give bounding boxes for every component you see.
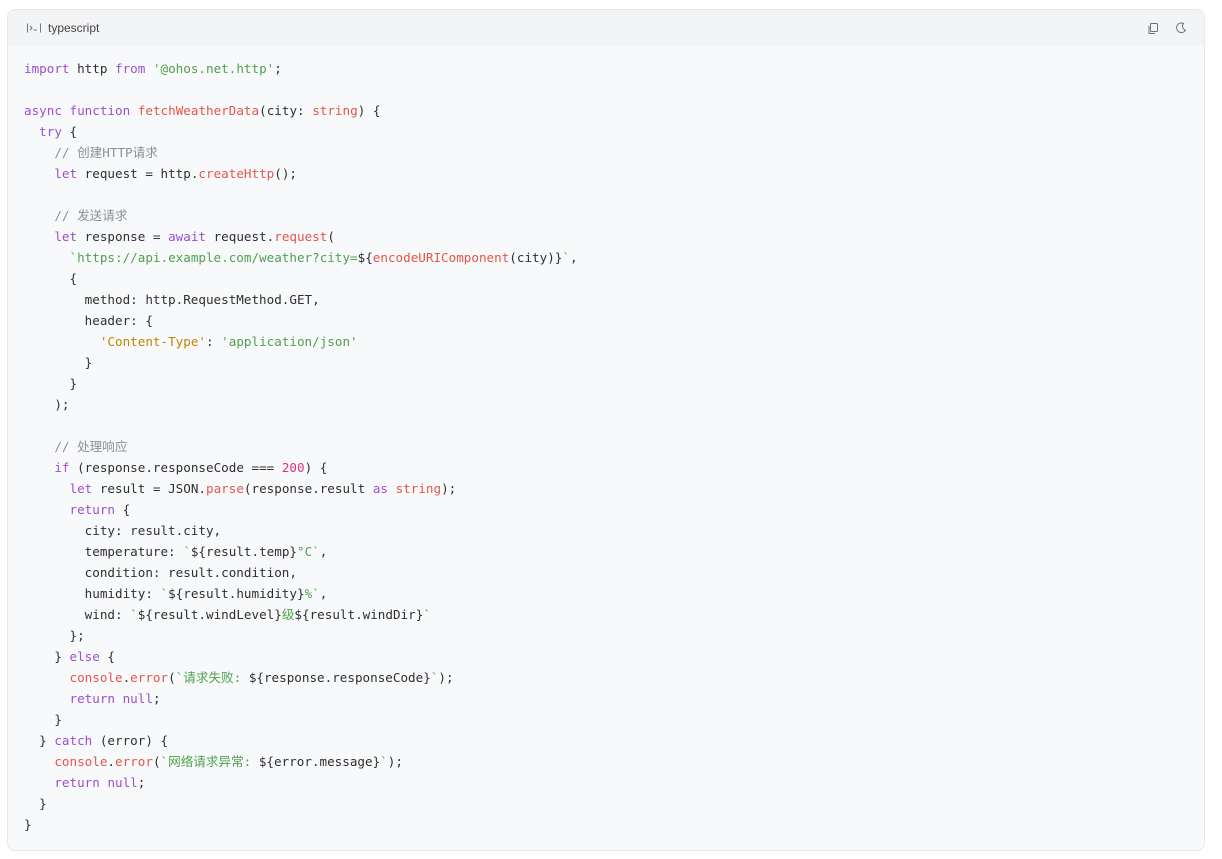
code-line: condition: result.condition, — [24, 565, 297, 580]
code-line: city: result.city, — [24, 523, 222, 538]
code-line: let response = await request.request( — [54, 229, 335, 244]
language-label: typescript — [48, 21, 100, 35]
code-line: // 处理响应 — [54, 439, 128, 454]
terminal-icon — [26, 22, 42, 34]
moon-icon[interactable] — [1174, 21, 1188, 35]
code-line: return { — [69, 502, 131, 517]
code-line: } — [24, 796, 47, 811]
code-line: temperature: `${result.temp}°C`, — [24, 544, 328, 559]
code-line: } else { — [24, 649, 116, 664]
code-line: async function fetchWeatherData(city: st… — [24, 103, 381, 118]
code-line: method: http.RequestMethod.GET, — [24, 292, 320, 307]
code-line: return null; — [54, 775, 146, 790]
code-line: }; — [24, 628, 85, 643]
code-line: // 创建HTTP请求 — [54, 145, 158, 160]
code-line: { — [24, 271, 78, 286]
code-actions — [1146, 21, 1188, 35]
code-content: import http from '@ohos.net.http'; async … — [8, 46, 1204, 835]
code-line: console.error(`请求失败: ${response.response… — [69, 670, 454, 685]
code-line: wind: `${result.windLevel}级${result.wind… — [24, 607, 431, 622]
code-line: } — [24, 712, 62, 727]
code-line: if (response.responseCode === 200) { — [54, 460, 328, 475]
code-line: let result = JSON.parse(response.result … — [69, 481, 457, 496]
code-line: 'Content-Type': 'application/json' — [99, 334, 358, 349]
code-line: header: { — [24, 313, 153, 328]
code-line: import http from '@ohos.net.http'; — [24, 61, 282, 76]
code-line: console.error(`网络请求异常: ${error.message}`… — [54, 754, 403, 769]
code-block-header: typescript — [8, 10, 1204, 46]
code-line: } — [24, 355, 93, 370]
code-line: } — [24, 817, 32, 832]
code-line: // 发送请求 — [54, 208, 128, 223]
code-line: ); — [24, 397, 70, 412]
language-indicator: typescript — [26, 21, 99, 35]
code-pre: import http from '@ohos.net.http'; async … — [24, 58, 1188, 835]
copy-icon[interactable] — [1146, 21, 1160, 35]
code-line: humidity: `${result.humidity}%`, — [24, 586, 328, 601]
code-line: let request = http.createHttp(); — [54, 166, 297, 181]
code-line: return null; — [69, 691, 161, 706]
code-line: } catch (error) { — [24, 733, 169, 748]
code-line: try { — [39, 124, 78, 139]
code-block: typescript import http from '@ohos.net.h… — [7, 9, 1205, 851]
code-line: } — [24, 376, 78, 391]
code-line: `https://api.example.com/weather?city=${… — [69, 250, 578, 265]
